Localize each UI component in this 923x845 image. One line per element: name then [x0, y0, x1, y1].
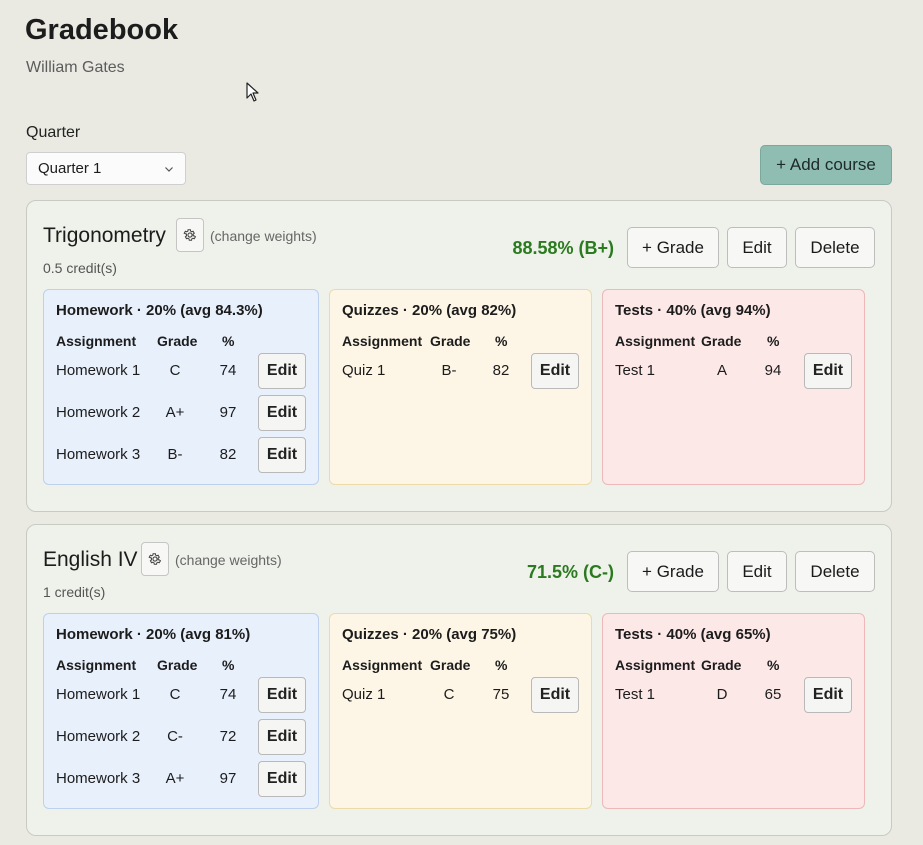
- category-title: Tests · 40% (avg 65%): [615, 626, 771, 643]
- course-card: English IV (change weights) 1 credit(s) 71.…: [26, 524, 892, 836]
- column-header-percent: %: [767, 657, 780, 673]
- add-grade-button[interactable]: + Grade: [627, 227, 719, 268]
- column-header-assignment: Assignment: [56, 333, 137, 349]
- assignment-percent: 94: [764, 362, 782, 379]
- edit-grade-button[interactable]: Edit: [531, 353, 579, 389]
- column-header-grade: Grade: [157, 657, 198, 673]
- assignment-percent: 82: [492, 362, 510, 379]
- course-settings-button[interactable]: [176, 218, 204, 252]
- assignment-percent: 74: [219, 362, 237, 379]
- column-header-percent: %: [222, 333, 235, 349]
- assignment-grade: B-: [167, 446, 183, 463]
- chevron-down-icon: [165, 166, 173, 172]
- course-card: Trigonometry (change weights) 0.5 credit(s…: [26, 200, 892, 512]
- course-name: English IV: [43, 548, 138, 571]
- column-header-assignment: Assignment: [615, 657, 696, 673]
- course-settings-button[interactable]: [141, 542, 169, 576]
- tests-panel: Tests · 40% (avg 65%) Assignment Grade% Tes…: [602, 613, 865, 809]
- assignment-grade: A: [716, 362, 728, 379]
- course-credits: 1 credit(s): [43, 584, 106, 600]
- assignment-grade: C: [169, 362, 181, 379]
- homework-panel: Homework · 20% (avg 84.3%) Assignment Grad…: [43, 289, 319, 485]
- course-name: Trigonometry: [43, 224, 166, 247]
- add-course-button[interactable]: + Add course: [760, 145, 892, 185]
- assignment-percent: 74: [219, 686, 237, 703]
- assignment-name: Homework 2: [56, 404, 141, 421]
- edit-grade-button[interactable]: Edit: [804, 353, 852, 389]
- assignment-grade: C-: [167, 728, 183, 745]
- gear-icon: [148, 552, 162, 566]
- quarter-select-value: Quarter 1: [38, 160, 102, 177]
- course-grade: 88.58% (B+): [512, 238, 614, 258]
- assignment-grade: A+: [165, 770, 185, 787]
- assignment-name: Quiz 1: [342, 686, 386, 703]
- assignment-grade: B-: [441, 362, 457, 379]
- assignment-percent: 65: [764, 686, 782, 703]
- edit-grade-button[interactable]: Edit: [258, 761, 306, 797]
- assignment-name: Test 1: [615, 362, 656, 379]
- assignment-name: Homework 1: [56, 686, 141, 703]
- delete-course-button[interactable]: Delete: [795, 551, 875, 592]
- column-header-percent: %: [495, 333, 508, 349]
- column-header-grade: Grade: [701, 657, 742, 673]
- mouse-cursor-icon: [246, 82, 259, 102]
- gear-icon: [183, 228, 197, 242]
- page-title: Gradebook: [25, 14, 179, 46]
- change-weights-label: (change weights): [175, 552, 282, 568]
- course-credits: 0.5 credit(s): [43, 260, 117, 276]
- edit-course-button[interactable]: Edit: [727, 227, 787, 268]
- quizzes-panel: Quizzes · 20% (avg 82%) Assignment Grade% Q…: [329, 289, 592, 485]
- assignment-grade: C: [443, 686, 455, 703]
- quizzes-panel: Quizzes · 20% (avg 75%) Assignment Grade% Q…: [329, 613, 592, 809]
- category-title: Quizzes · 20% (avg 75%): [342, 626, 517, 643]
- column-header-assignment: Assignment: [342, 333, 423, 349]
- edit-grade-button[interactable]: Edit: [258, 437, 306, 473]
- assignment-name: Test 1: [615, 686, 656, 703]
- assignment-grade: D: [716, 686, 728, 703]
- assignment-name: Quiz 1: [342, 362, 386, 379]
- course-grade: 71.5% (C-): [526, 562, 614, 582]
- user-name: William Gates: [26, 59, 125, 76]
- category-title: Quizzes · 20% (avg 82%): [342, 302, 517, 319]
- assignment-percent: 82: [219, 446, 237, 463]
- column-header-grade: Grade: [157, 333, 198, 349]
- column-header-percent: %: [495, 657, 508, 673]
- column-header-grade: Grade: [430, 333, 471, 349]
- edit-grade-button[interactable]: Edit: [258, 677, 306, 713]
- column-header-assignment: Assignment: [342, 657, 423, 673]
- assignment-percent: 75: [492, 686, 510, 703]
- assignment-grade: C: [169, 686, 181, 703]
- edit-grade-button[interactable]: Edit: [258, 395, 306, 431]
- column-header-grade: Grade: [701, 333, 742, 349]
- quarter-label: Quarter: [26, 124, 81, 141]
- edit-grade-button[interactable]: Edit: [531, 677, 579, 713]
- edit-grade-button[interactable]: Edit: [804, 677, 852, 713]
- delete-course-button[interactable]: Delete: [795, 227, 875, 268]
- category-title: Homework · 20% (avg 81%): [56, 626, 251, 643]
- edit-grade-button[interactable]: Edit: [258, 719, 306, 755]
- change-weights-label: (change weights): [210, 228, 317, 244]
- column-header-percent: %: [767, 333, 780, 349]
- edit-course-button[interactable]: Edit: [727, 551, 787, 592]
- assignment-name: Homework 3: [56, 446, 141, 463]
- assignment-percent: 97: [219, 404, 237, 421]
- column-header-assignment: Assignment: [56, 657, 137, 673]
- category-title: Homework · 20% (avg 84.3%): [56, 302, 263, 319]
- assignment-percent: 72: [219, 728, 237, 745]
- assignment-name: Homework 2: [56, 728, 141, 745]
- column-header-grade: Grade: [430, 657, 471, 673]
- homework-panel: Homework · 20% (avg 81%) Assignment Grade%…: [43, 613, 319, 809]
- assignment-name: Homework 3: [56, 770, 141, 787]
- column-header-percent: %: [222, 657, 235, 673]
- quarter-select[interactable]: Quarter 1: [26, 152, 186, 185]
- category-title: Tests · 40% (avg 94%): [615, 302, 771, 319]
- add-grade-button[interactable]: + Grade: [627, 551, 719, 592]
- assignment-name: Homework 1: [56, 362, 141, 379]
- assignment-percent: 97: [219, 770, 237, 787]
- column-header-assignment: Assignment: [615, 333, 696, 349]
- edit-grade-button[interactable]: Edit: [258, 353, 306, 389]
- tests-panel: Tests · 40% (avg 94%) Assignment Grade% Tes…: [602, 289, 865, 485]
- assignment-grade: A+: [165, 404, 185, 421]
